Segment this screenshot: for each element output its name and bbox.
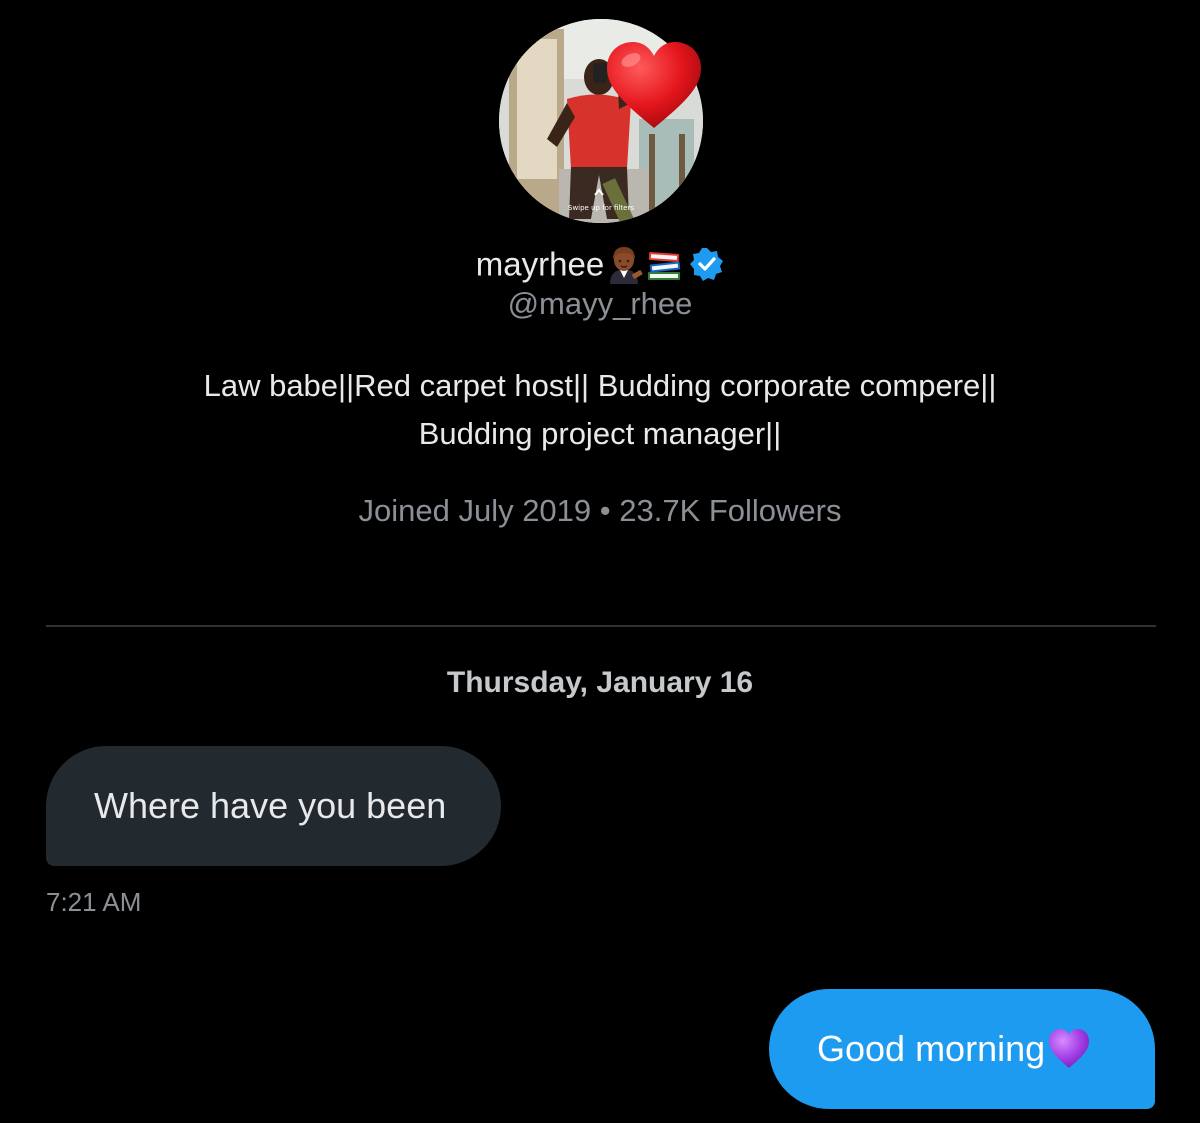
- heart-sticker-icon: [607, 42, 701, 128]
- bio-line: Budding project manager||: [418, 416, 782, 451]
- date-separator: Thursday, January 16: [446, 666, 754, 699]
- avatar-caption: Swipe up for filters: [568, 204, 634, 212]
- bio-line: Law babe||Red carpet host|| Budding corp…: [203, 368, 997, 403]
- received-message-bubble[interactable]: Where have you been: [46, 746, 501, 866]
- display-name: mayrhee: [475, 245, 605, 283]
- received-message-text: Where have you been: [94, 785, 447, 826]
- divider: [46, 625, 1156, 627]
- verified-badge-icon[interactable]: [690, 247, 724, 282]
- message-timestamp: 7:21 AM: [46, 887, 142, 917]
- woman-judge-emoji: [610, 247, 643, 285]
- profile-bio: Law babe||Red carpet host|| Budding corp…: [120, 362, 1080, 458]
- profile-handle[interactable]: @mayy_rhee: [0, 282, 1200, 326]
- sent-message-bubble[interactable]: Good morning: [769, 989, 1155, 1109]
- sent-message-text: Good morning: [817, 1028, 1046, 1069]
- purple-heart-emoji: [1049, 1029, 1090, 1069]
- profile-header: Swipe up for filters mayrhee @mayy_rhee …: [0, 0, 1200, 560]
- books-emoji: [648, 252, 681, 281]
- profile-meta: Joined July 2019 • 23.7K Followers: [358, 493, 842, 528]
